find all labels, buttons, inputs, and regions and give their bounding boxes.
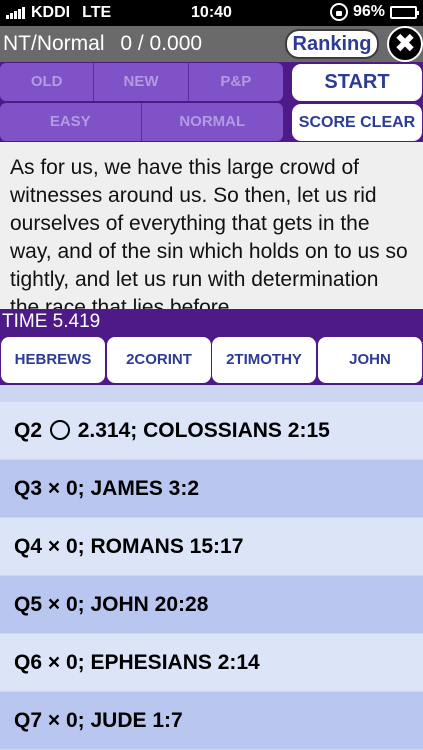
result-reference: JAMES 3:2 [90,477,200,500]
wrong-mark: × [47,593,61,616]
result-reference: JUDE 1:7 [90,709,183,732]
answer-choices: HEBREWS 2CORINT 2TIMOTHY JOHN [0,335,423,385]
result-value: 0; [65,535,85,558]
result-value: 0; [65,709,85,732]
score-label: 0 / 0.000 [120,32,203,55]
close-icon[interactable]: ✖ [387,26,423,62]
battery-percent: 96% [352,3,385,20]
battery-icon [390,5,419,19]
mode-label: NT/Normal [3,32,105,55]
result-reference: COLOSSIANS 2:15 [143,419,330,442]
list-item: Q2 2.314; COLOSSIANS 2:15 [0,402,423,459]
verse-text: As for us, we have this large crowd of w… [0,142,423,309]
result-value: 0; [65,593,85,616]
question-number: Q2 [14,419,43,442]
result-value: 0; [65,651,85,674]
choice-button-2corint[interactable]: 2CORINT [107,337,211,383]
choice-button-hebrews[interactable]: HEBREWS [1,337,105,383]
score-clear-button[interactable]: SCORE CLEAR [292,104,422,141]
result-reference: JOHN 20:28 [90,593,209,616]
list-item: Q3 × 0; JAMES 3:2 [0,460,423,517]
result-value: 0; [65,477,85,500]
wrong-mark: × [47,651,61,674]
correct-circle-icon [49,420,70,440]
tab-new[interactable]: NEW [94,63,189,101]
question-number: Q4 [14,535,43,558]
choice-button-2timothy[interactable]: 2TIMOTHY [212,337,316,383]
tab-normal[interactable]: NORMAL [141,103,283,141]
list-item: Q6 × 0; EPHESIANS 2:14 [0,634,423,691]
wrong-mark: × [47,535,61,558]
difficulty-selector: EASY NORMAL [0,103,283,141]
ranking-button[interactable]: Ranking [285,29,379,59]
tab-old[interactable]: OLD [0,63,95,101]
control-panel: OLD NEW P&P EASY NORMAL START SCORE CLEA… [0,62,423,142]
tab-pp[interactable]: P&P [188,63,283,101]
testament-selector: OLD NEW P&P [0,63,283,101]
question-number: Q3 [14,477,43,500]
tab-easy[interactable]: EASY [0,103,142,141]
rotation-lock-icon [329,3,348,21]
question-number: Q6 [14,651,43,674]
start-button[interactable]: START [292,64,422,101]
list-item: Q5 × 0; JOHN 20:28 [0,576,423,633]
status-bar: KDDI LTE 10:40 96% [0,0,423,26]
status-right: 96% [329,3,419,21]
wrong-mark: × [47,477,61,500]
result-reference: ROMANS 15:17 [90,535,244,558]
list-item: Q7 × 0; JUDE 1:7 [0,692,423,749]
result-reference: EPHESIANS 2:14 [90,651,260,674]
title-bar: NT/Normal 0 / 0.000 Ranking ✖ [0,26,423,62]
results-list: Q2 2.314; COLOSSIANS 2:15 Q3 × 0; JAMES … [0,385,423,750]
list-item: Q4 × 0; ROMANS 15:17 [0,518,423,575]
timer-label: TIME 5.419 [0,309,423,335]
mode-score-label: NT/Normal 0 / 0.000 [3,32,202,56]
wrong-mark: × [47,709,61,732]
question-number: Q7 [14,709,43,732]
question-number: Q5 [14,593,43,616]
result-value: 2.314; [77,419,138,442]
choice-button-john[interactable]: JOHN [318,337,422,383]
